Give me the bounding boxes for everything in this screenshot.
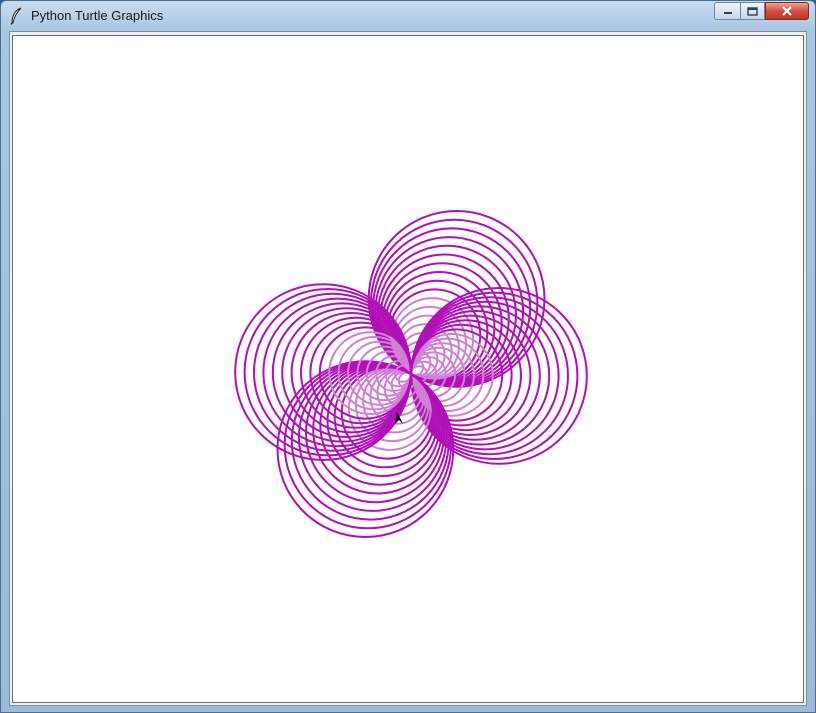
close-button[interactable] [765,2,809,20]
title-bar[interactable]: Python Turtle Graphics [1,1,815,31]
feather-icon [10,7,22,25]
caption-buttons [714,2,809,21]
maximize-icon [747,6,758,16]
maximize-button[interactable] [740,2,765,20]
minimize-button[interactable] [714,2,740,20]
spirograph-drawing [234,210,588,539]
window-title: Python Turtle Graphics [31,8,164,23]
window-client-area [9,31,807,706]
turtle-canvas[interactable] [12,35,804,703]
close-icon [782,6,792,16]
minimize-icon [723,12,732,14]
turtle-window: Python Turtle Graphics [0,0,816,713]
